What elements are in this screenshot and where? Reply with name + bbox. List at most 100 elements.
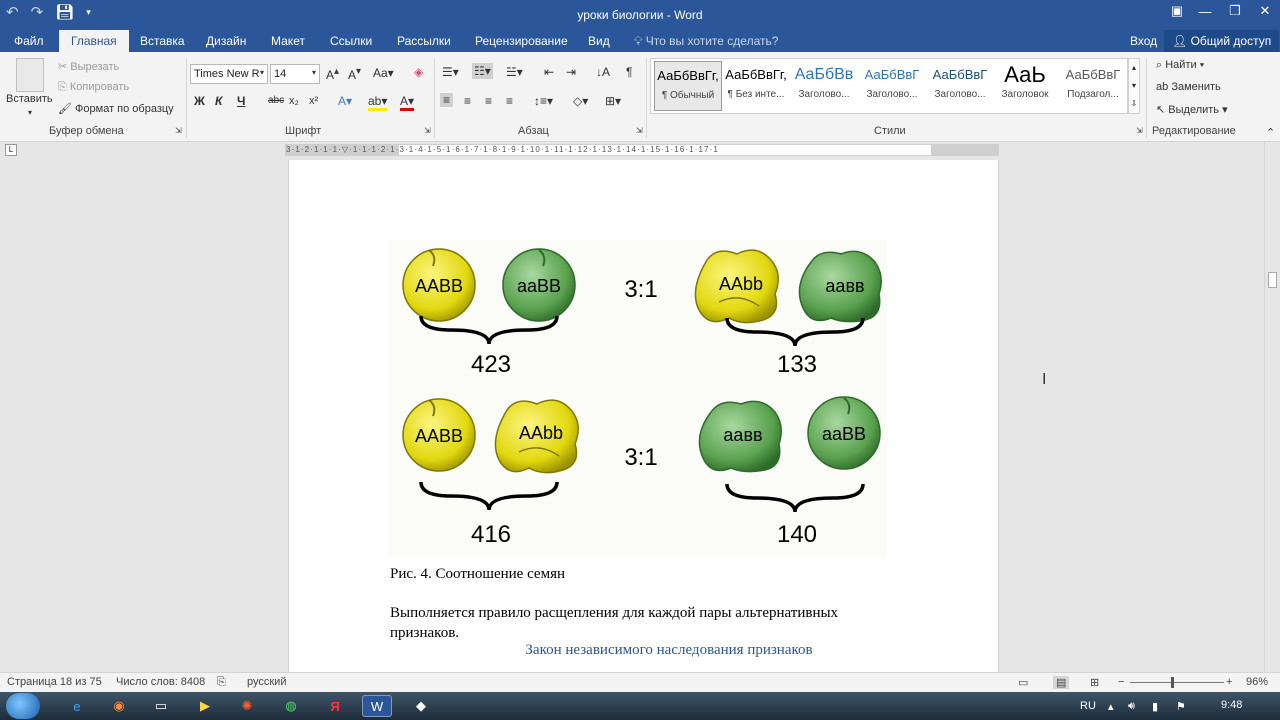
zoom-in-icon[interactable]: + [1226, 676, 1232, 688]
dialog-launcher-icon[interactable]: ⇲ [424, 126, 431, 135]
zoom-slider[interactable] [1130, 682, 1224, 683]
media-player-icon[interactable]: ▶ [190, 695, 220, 717]
close-button[interactable]: ✕ [1250, 0, 1280, 22]
style-no-spacing[interactable]: АаБбВвГг, ¶ Без инте... [722, 61, 790, 111]
style-heading-1[interactable]: АаБбВв Заголово... [790, 61, 858, 111]
clear-formatting-icon[interactable]: ◈ [414, 65, 423, 79]
word-count[interactable]: Число слов: 8408 [116, 676, 205, 688]
tray-expand-icon[interactable]: ▴ [1108, 700, 1114, 713]
tab-selector[interactable]: L [5, 144, 17, 156]
firefox-icon[interactable]: ◉ [104, 695, 134, 717]
tab-view[interactable]: Вид [588, 30, 610, 52]
word-icon[interactable]: W [362, 695, 392, 717]
show-marks-icon[interactable]: ¶ [626, 65, 632, 79]
web-layout-icon[interactable]: ⊞ [1090, 676, 1099, 689]
font-name-select[interactable]: Times New R [190, 64, 268, 84]
ribbon-display-options-icon[interactable]: ▣ [1164, 0, 1190, 22]
dialog-launcher-icon[interactable]: ⇲ [636, 126, 643, 135]
text-effects-icon[interactable]: A▾ [338, 94, 352, 108]
start-button[interactable] [6, 693, 40, 719]
tab-mailings[interactable]: Рассылки [397, 30, 451, 52]
print-layout-icon[interactable]: ▤ [1053, 676, 1070, 689]
bold-button[interactable]: Ж [194, 94, 205, 108]
bullets-icon[interactable]: ☰▾ [442, 65, 459, 79]
network-icon[interactable]: ▮ [1152, 700, 1158, 713]
zoom-slider-knob[interactable] [1171, 677, 1174, 688]
film-reel-icon[interactable]: ✺ [232, 695, 262, 717]
tab-layout[interactable]: Макет [271, 30, 305, 52]
italic-button[interactable]: К [215, 94, 222, 108]
find-button[interactable]: ⌕ Найти ▾ [1156, 59, 1204, 72]
cut-button[interactable]: ✂︎ Вырезать [58, 60, 119, 73]
format-painter-button[interactable]: 🖌︎ Формат по образцу [58, 102, 174, 115]
tab-home[interactable]: Главная [59, 30, 129, 52]
file-explorer-icon[interactable]: ▭ [146, 695, 176, 717]
copy-button[interactable]: ⎘ Копировать [58, 81, 129, 94]
style-normal[interactable]: АаБбВвГг, ¶ Обычный [654, 61, 722, 111]
replace-button[interactable]: ab Заменить [1156, 81, 1221, 93]
tab-design[interactable]: Дизайн [206, 30, 246, 52]
tab-insert[interactable]: Вставка [140, 30, 185, 52]
shading-icon[interactable]: ◇▾ [573, 94, 588, 108]
styles-scroll[interactable]: ▴ ▾ ⇩ [1128, 58, 1140, 114]
borders-icon[interactable]: ⊞▾ [605, 94, 621, 108]
minimize-button[interactable]: — [1190, 0, 1220, 22]
document-page[interactable]: AABB aaBB 3:1 AAbb aaвв 423 133 AABB AAb… [288, 160, 999, 672]
chrome-icon[interactable]: ◍ [276, 695, 306, 717]
superscript-icon[interactable]: x² [309, 95, 318, 107]
dialog-launcher-icon[interactable]: ⇲ [175, 126, 182, 135]
share-button[interactable]: 👤︎ Общий доступ [1164, 30, 1280, 52]
style-title[interactable]: АаЬ Заголовок [991, 61, 1059, 111]
zoom-out-icon[interactable]: − [1118, 676, 1124, 688]
subscript-icon[interactable]: x₂ [289, 95, 299, 107]
tab-references[interactable]: Ссылки [330, 30, 372, 52]
align-right-icon[interactable]: ≡ [485, 94, 492, 108]
align-center-icon[interactable]: ≡ [464, 94, 471, 108]
align-left-icon[interactable]: ≡ [440, 93, 454, 107]
line-spacing-icon[interactable]: ↕≡▾ [534, 94, 553, 108]
sign-in-link[interactable]: Вход [1130, 30, 1157, 52]
proofing-icon[interactable]: ⎘ [217, 676, 226, 689]
yandex-browser-icon[interactable]: Я [320, 695, 350, 717]
flag-icon[interactable]: ⚑ [1176, 700, 1186, 713]
keyboard-language[interactable]: RU [1080, 700, 1096, 712]
internet-explorer-icon[interactable]: e [62, 695, 92, 717]
shrink-font-icon[interactable]: A▾ [348, 66, 361, 82]
increase-indent-icon[interactable]: ⇥ [566, 65, 576, 79]
tab-review[interactable]: Рецензирование [475, 30, 568, 52]
sort-icon[interactable]: ↓A [596, 65, 610, 79]
justify-icon[interactable]: ≡ [506, 94, 513, 108]
restore-button[interactable]: ❐ [1220, 0, 1250, 22]
decrease-indent-icon[interactable]: ⇤ [544, 65, 554, 79]
scrollbar-thumb[interactable] [1268, 272, 1277, 288]
strikethrough-icon[interactable]: abc [268, 95, 284, 106]
vertical-scrollbar[interactable] [1264, 142, 1280, 672]
volume-icon[interactable]: 🔊︎ [1128, 700, 1135, 713]
language-indicator[interactable]: русский [247, 676, 286, 688]
clock[interactable]: 9:48 [1221, 699, 1242, 711]
dialog-launcher-icon[interactable]: ⇲ [1136, 126, 1143, 135]
grow-font-icon[interactable]: A▴ [326, 66, 339, 82]
chevron-down-icon[interactable]: ▾ [28, 108, 32, 117]
style-heading-2[interactable]: АаБбВвГ Заголово... [858, 61, 926, 111]
chevron-down-icon[interactable]: ▾ [260, 68, 264, 77]
paste-icon[interactable] [16, 58, 44, 92]
change-case-icon[interactable]: Aa▾ [373, 66, 394, 80]
paste-button[interactable]: Вставить [6, 93, 53, 105]
read-mode-icon[interactable]: ▭ [1018, 676, 1028, 689]
chevron-down-icon[interactable]: ▾ [312, 68, 316, 77]
tab-file[interactable]: Файл [14, 30, 44, 52]
select-button[interactable]: ↖ Выделить ▾ [1156, 103, 1228, 116]
font-color-icon[interactable]: A▾ [400, 94, 415, 111]
collapse-ribbon-icon[interactable]: ⌃ [1266, 126, 1275, 139]
numbering-icon[interactable]: ☷▾ [472, 63, 493, 79]
style-subtitle[interactable]: АаБбВвГ Подзагол... [1059, 61, 1127, 111]
app-icon[interactable]: ◆ [406, 695, 436, 717]
style-heading-3[interactable]: АаБбВвГ Заголово... [926, 61, 994, 111]
underline-button[interactable]: Ч [237, 94, 245, 108]
tell-me-box[interactable]: 💡︎ Что вы хотите сделать? [634, 30, 778, 52]
zoom-level[interactable]: 96% [1246, 676, 1268, 688]
highlight-icon[interactable]: ab▾ [368, 94, 388, 111]
page-count[interactable]: Страница 18 из 75 [7, 676, 102, 688]
multilevel-list-icon[interactable]: ☱▾ [506, 65, 523, 79]
